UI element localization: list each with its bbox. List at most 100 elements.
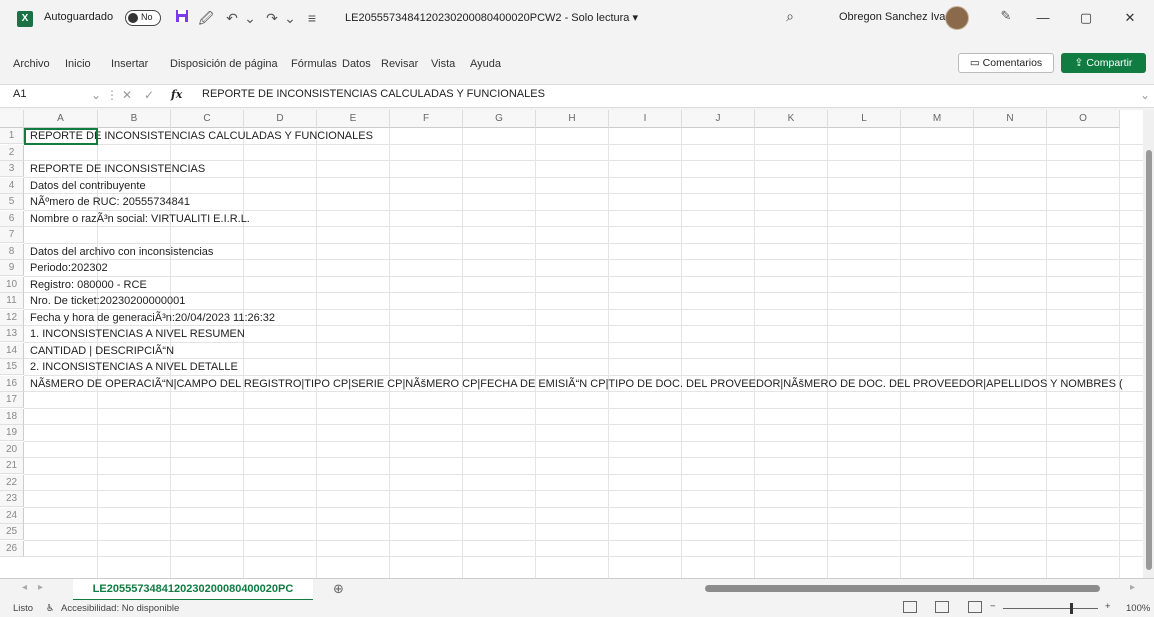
row-header[interactable]: 5 bbox=[0, 194, 24, 210]
row-header[interactable]: 25 bbox=[0, 524, 24, 540]
row-header[interactable]: 24 bbox=[0, 507, 24, 524]
cell-a5[interactable]: NÃºmero de RUC: 20555734841 bbox=[30, 194, 190, 210]
insert-function-button[interactable]: fx bbox=[171, 88, 182, 101]
tab-disposicion[interactable]: Disposición de página bbox=[170, 58, 278, 70]
cell-a12[interactable]: Fecha y hora de generaciÃ³n:20/04/2023 1… bbox=[30, 310, 275, 326]
column-header-a[interactable]: A bbox=[24, 110, 98, 128]
zoom-level[interactable]: 100% bbox=[1126, 603, 1150, 614]
page-break-icon[interactable] bbox=[968, 601, 982, 613]
name-box-dropdown-icon[interactable]: ⌄ bbox=[91, 88, 101, 102]
row-header[interactable]: 17 bbox=[0, 392, 24, 408]
row-header[interactable]: 10 bbox=[0, 276, 24, 293]
tab-vista[interactable]: Vista bbox=[431, 58, 455, 70]
column-header-c[interactable]: C bbox=[171, 110, 244, 128]
tab-insertar[interactable]: Insertar bbox=[111, 58, 148, 70]
cell-a15[interactable]: 2. INCONSISTENCIAS A NIVEL DETALLE bbox=[30, 359, 238, 375]
cell-a11[interactable]: Nro. De ticket:20230200000001 bbox=[30, 293, 185, 309]
row-header[interactable]: 16 bbox=[0, 375, 24, 392]
row-header[interactable]: 26 bbox=[0, 540, 24, 557]
row-header[interactable]: 14 bbox=[0, 342, 24, 359]
column-header-e[interactable]: E bbox=[317, 110, 390, 128]
accessibility-status[interactable]: Accesibilidad: No disponible bbox=[61, 603, 179, 614]
row-header[interactable]: 18 bbox=[0, 408, 24, 425]
column-header-g[interactable]: G bbox=[463, 110, 536, 128]
enter-icon[interactable]: ✓ bbox=[144, 88, 154, 102]
avatar[interactable] bbox=[945, 6, 969, 30]
row-header[interactable]: 23 bbox=[0, 491, 24, 507]
spreadsheet-grid[interactable]: A B C D E F G H I J K L M N O 1 REPORTE DE INCONSISTENCI… bbox=[0, 110, 1143, 578]
page-layout-icon[interactable] bbox=[935, 601, 949, 613]
row-header[interactable]: 22 bbox=[0, 474, 24, 491]
zoom-out-icon[interactable]: − bbox=[990, 601, 996, 612]
row-header[interactable]: 4 bbox=[0, 177, 24, 194]
scroll-right-icon[interactable]: ▸ bbox=[1130, 582, 1135, 593]
cell-a3[interactable]: REPORTE DE INCONSISTENCIAS bbox=[30, 161, 205, 177]
column-header-o[interactable]: O bbox=[1047, 110, 1120, 128]
cell-a6[interactable]: Nombre o razÃ³n social: VIRTUALITI E.I.R… bbox=[30, 211, 250, 227]
column-header-k[interactable]: K bbox=[755, 110, 828, 128]
tab-ayuda[interactable]: Ayuda bbox=[470, 58, 501, 70]
cell-a14[interactable]: CANTIDAD | DESCRIPCIÃ“N bbox=[30, 343, 174, 359]
row-header[interactable]: 9 bbox=[0, 260, 24, 276]
row-header[interactable]: 2 bbox=[0, 144, 24, 161]
row-header[interactable]: 20 bbox=[0, 441, 24, 458]
customize-toolbar-icon[interactable]: ≡ bbox=[302, 8, 322, 28]
zoom-slider-knob[interactable] bbox=[1070, 603, 1073, 614]
column-header-f[interactable]: F bbox=[390, 110, 463, 128]
column-header-h[interactable]: H bbox=[536, 110, 609, 128]
vertical-scroll-thumb[interactable] bbox=[1146, 150, 1152, 570]
tab-datos[interactable]: Datos bbox=[342, 58, 371, 70]
column-header-i[interactable]: I bbox=[609, 110, 682, 128]
zoom-slider[interactable] bbox=[1003, 608, 1098, 609]
row-header[interactable]: 21 bbox=[0, 458, 24, 474]
share-button[interactable]: ⇪ Compartir bbox=[1061, 53, 1146, 73]
row-header[interactable]: 3 bbox=[0, 161, 24, 177]
cell-a9[interactable]: Periodo:202302 bbox=[30, 260, 108, 276]
column-header-j[interactable]: J bbox=[682, 110, 755, 128]
pen-icon[interactable]: ✎ bbox=[996, 8, 1016, 28]
zoom-in-icon[interactable]: + bbox=[1105, 601, 1111, 612]
tab-archivo[interactable]: Archivo bbox=[13, 58, 50, 70]
autosave-toggle[interactable]: No bbox=[125, 10, 161, 26]
search-icon[interactable]: ⌕ bbox=[780, 8, 800, 28]
cell-a10[interactable]: Registro: 080000 - RCE bbox=[30, 277, 147, 293]
column-header-d[interactable]: D bbox=[244, 110, 317, 128]
row-header[interactable]: 13 bbox=[0, 326, 24, 342]
user-name[interactable]: Obregon Sanchez Ivan bbox=[839, 11, 952, 23]
redo-icon[interactable]: ↷ bbox=[262, 8, 282, 28]
redo-dropdown-icon[interactable]: ⌄ bbox=[280, 8, 300, 28]
comments-button[interactable]: ▭ Comentarios bbox=[958, 53, 1054, 73]
horizontal-scrollbar[interactable] bbox=[705, 585, 1100, 592]
tab-formulas[interactable]: Fórmulas bbox=[291, 58, 337, 70]
column-header-n[interactable]: N bbox=[974, 110, 1047, 128]
document-title[interactable]: LE2055573484120230200080400020PCW2 - Sol… bbox=[345, 11, 638, 24]
column-header-l[interactable]: L bbox=[828, 110, 901, 128]
row-header[interactable]: 8 bbox=[0, 243, 24, 260]
row-header[interactable]: 11 bbox=[0, 293, 24, 309]
formula-input[interactable]: REPORTE DE INCONSISTENCIAS CALCULADAS Y … bbox=[202, 88, 545, 100]
cell-a16[interactable]: NÃšMERO DE OPERACIÃ“N|CAMPO DEL REGISTRO… bbox=[30, 376, 1123, 392]
sheet-next-icon[interactable]: ▸ bbox=[38, 582, 43, 593]
cell-a13[interactable]: 1. INCONSISTENCIAS A NIVEL RESUMEN bbox=[30, 326, 245, 342]
column-header-m[interactable]: M bbox=[901, 110, 974, 128]
row-header[interactable]: 7 bbox=[0, 227, 24, 243]
tab-revisar[interactable]: Revisar bbox=[381, 58, 418, 70]
row-header[interactable]: 12 bbox=[0, 309, 24, 326]
normal-view-icon[interactable] bbox=[903, 601, 917, 613]
close-icon[interactable]: ✕ bbox=[1110, 5, 1150, 31]
cell-a8[interactable]: Datos del archivo con inconsistencias bbox=[30, 244, 213, 260]
minimize-icon[interactable]: — bbox=[1023, 5, 1063, 31]
select-all-corner[interactable] bbox=[0, 110, 24, 128]
row-header[interactable]: 6 bbox=[0, 210, 24, 227]
cell-a4[interactable]: Datos del contribuyente bbox=[30, 178, 146, 194]
tab-inicio[interactable]: Inicio bbox=[65, 58, 91, 70]
undo-icon[interactable]: ↶ bbox=[222, 8, 242, 28]
restore-icon[interactable]: ▢ bbox=[1066, 5, 1106, 31]
save-icon[interactable] bbox=[172, 8, 192, 28]
add-sheet-icon[interactable]: ⊕ bbox=[333, 581, 344, 597]
touch-mode-icon[interactable]: 🖉 bbox=[196, 8, 216, 28]
cancel-icon[interactable]: ✕ bbox=[122, 88, 132, 102]
name-box[interactable]: A1 bbox=[13, 88, 93, 100]
expand-formula-icon[interactable]: ⌄ bbox=[1140, 88, 1150, 102]
row-header[interactable]: 1 bbox=[0, 128, 24, 144]
